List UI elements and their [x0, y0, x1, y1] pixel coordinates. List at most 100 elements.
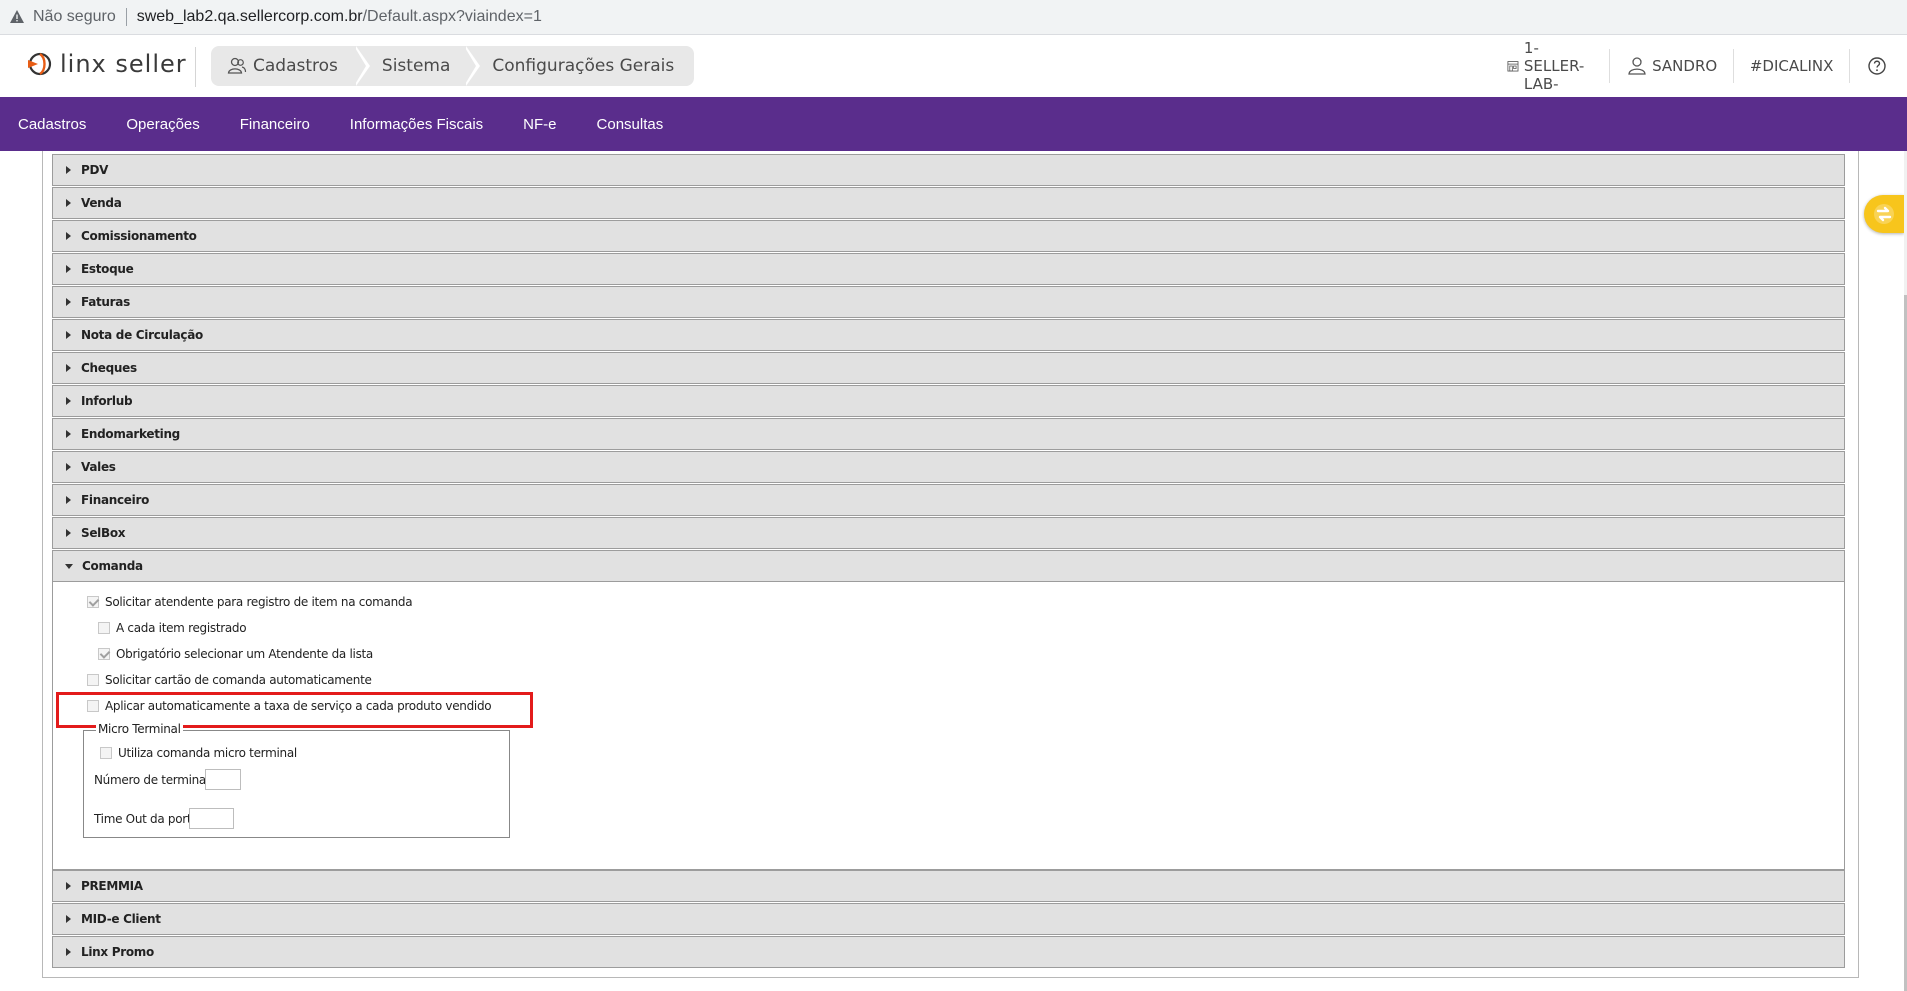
expand-icon	[66, 496, 71, 504]
section-cheques[interactable]: Cheques	[52, 352, 1845, 384]
logo-divider	[195, 47, 196, 87]
terminals-label: Número de terminais	[94, 773, 215, 787]
checkbox[interactable]	[100, 747, 112, 759]
main-menu: Cadastros Operações Financeiro Informaçõ…	[0, 97, 1907, 151]
section-mid-e-client[interactable]: MID-e Client	[52, 903, 1845, 935]
section-comanda[interactable]: Comanda	[52, 550, 1845, 582]
option-a-cada-item[interactable]: A cada item registrado	[98, 621, 247, 635]
option-utiliza-micro-terminal[interactable]: Utiliza comanda micro terminal	[100, 746, 297, 760]
section-label: Faturas	[81, 295, 130, 309]
breadcrumb-sistema[interactable]: Sistema	[368, 46, 481, 86]
url-host[interactable]: sweb_lab2.qa.sellercorp.com.br	[137, 8, 363, 26]
tip-link[interactable]: #DICALINX	[1734, 35, 1850, 97]
menu-informacoes-fiscais[interactable]: Informações Fiscais	[350, 116, 483, 133]
section-comissionamento[interactable]: Comissionamento	[52, 220, 1845, 252]
menu-nfe[interactable]: NF-e	[523, 116, 556, 133]
section-label: Cheques	[81, 361, 137, 375]
section-label: Estoque	[81, 262, 134, 276]
section-selbox[interactable]: SelBox	[52, 517, 1845, 549]
breadcrumb: Cadastros Sistema Configurações Gerais	[211, 46, 695, 86]
store-selector[interactable]: 1-SELLER-LAB-	[1490, 35, 1609, 97]
checkbox[interactable]	[98, 648, 110, 660]
section-label: Venda	[81, 196, 122, 210]
expand-icon	[66, 199, 71, 207]
section-label: Comissionamento	[81, 229, 197, 243]
breadcrumb-cadastros[interactable]: Cadastros	[211, 46, 370, 86]
menu-financeiro[interactable]: Financeiro	[240, 116, 310, 133]
option-obrigatorio-atendente[interactable]: Obrigatório selecionar um Atendente da l…	[98, 647, 373, 661]
section-label: Endomarketing	[81, 427, 180, 441]
collapse-icon	[65, 563, 73, 569]
checkbox[interactable]	[87, 596, 99, 608]
expand-icon	[66, 166, 71, 174]
section-label: MID-e Client	[81, 912, 161, 926]
terminals-input[interactable]	[205, 769, 241, 790]
menu-operacoes[interactable]: Operações	[126, 116, 199, 133]
section-venda[interactable]: Venda	[52, 187, 1845, 219]
users-icon	[227, 57, 247, 74]
menu-cadastros[interactable]: Cadastros	[18, 116, 86, 133]
section-vales[interactable]: Vales	[52, 451, 1845, 483]
section-linx-promo[interactable]: Linx Promo	[52, 936, 1845, 968]
option-solicitar-atendente[interactable]: Solicitar atendente para registro de ite…	[87, 595, 413, 609]
expand-icon	[66, 331, 71, 339]
section-endomarketing[interactable]: Endomarketing	[52, 418, 1845, 450]
url-path[interactable]: /Default.aspx?viaindex=1	[363, 8, 542, 26]
expand-icon	[66, 915, 71, 923]
option-label: Solicitar cartão de comanda automaticame…	[105, 673, 372, 687]
linx-seller-logo[interactable]: linx seller	[24, 50, 187, 78]
header-right: 1-SELLER-LAB- SANDRO #DICALINX	[1490, 35, 1907, 97]
fieldset-legend: Micro Terminal	[96, 722, 183, 736]
breadcrumb-arrow-inner	[353, 46, 366, 86]
user-icon	[1628, 57, 1646, 75]
breadcrumb-configuracoes-gerais[interactable]: Configurações Gerais	[478, 46, 694, 86]
section-label: PREMMIA	[81, 879, 143, 893]
timeout-label: Time Out da porta	[94, 812, 199, 826]
section-label: PDV	[81, 163, 109, 177]
section-estoque[interactable]: Estoque	[52, 253, 1845, 285]
section-faturas[interactable]: Faturas	[52, 286, 1845, 318]
option-solicitar-cartao[interactable]: Solicitar cartão de comanda automaticame…	[87, 673, 372, 687]
section-pdv[interactable]: PDV	[52, 154, 1845, 186]
browser-address-bar[interactable]: Não seguro sweb_lab2.qa.sellercorp.com.b…	[0, 0, 1907, 35]
user-menu[interactable]: SANDRO	[1610, 35, 1733, 97]
menu-consultas[interactable]: Consultas	[597, 116, 664, 133]
section-label: Vales	[81, 460, 116, 474]
app-header: linx seller Cadastros Sistema Configuraç…	[0, 35, 1907, 97]
checkbox[interactable]	[87, 674, 99, 686]
expand-icon	[66, 397, 71, 405]
expand-icon	[66, 232, 71, 240]
option-label: Utiliza comanda micro terminal	[118, 746, 297, 760]
breadcrumb-label: Cadastros	[253, 56, 338, 76]
warning-icon	[10, 10, 24, 23]
section-label: Linx Promo	[81, 945, 154, 959]
expand-icon	[66, 948, 71, 956]
timeout-input[interactable]	[189, 808, 234, 829]
section-inforlub[interactable]: Inforlub	[52, 385, 1845, 417]
section-nota-de-circulacao[interactable]: Nota de Circulação	[52, 319, 1845, 351]
sync-button[interactable]	[1864, 195, 1904, 233]
logo-mark-icon	[28, 52, 52, 76]
expand-icon	[66, 298, 71, 306]
section-label: Financeiro	[81, 493, 150, 507]
option-label: Obrigatório selecionar um Atendente da l…	[116, 647, 373, 661]
expand-icon	[66, 430, 71, 438]
expand-icon	[66, 364, 71, 372]
address-separator	[125, 8, 127, 26]
breadcrumb-label: Sistema	[381, 56, 451, 76]
expand-icon	[66, 265, 71, 273]
option-label: Solicitar atendente para registro de ite…	[105, 595, 413, 609]
breadcrumb-arrow-inner	[464, 46, 477, 86]
breadcrumb-label: Configurações Gerais	[492, 56, 675, 76]
section-label: Comanda	[82, 559, 143, 573]
logo-text: linx seller	[60, 50, 187, 78]
store-label: 1-SELLER-LAB-	[1523, 39, 1585, 93]
checkbox[interactable]	[98, 622, 110, 634]
help-button[interactable]	[1850, 35, 1907, 97]
sync-icon	[1874, 204, 1894, 224]
micro-terminal-fieldset: Micro Terminal Utiliza comanda micro ter…	[83, 722, 510, 838]
tip-label: #DICALINX	[1749, 57, 1834, 75]
section-financeiro[interactable]: Financeiro	[52, 484, 1845, 516]
section-premmia[interactable]: PREMMIA	[52, 870, 1845, 902]
option-label: A cada item registrado	[116, 621, 247, 635]
